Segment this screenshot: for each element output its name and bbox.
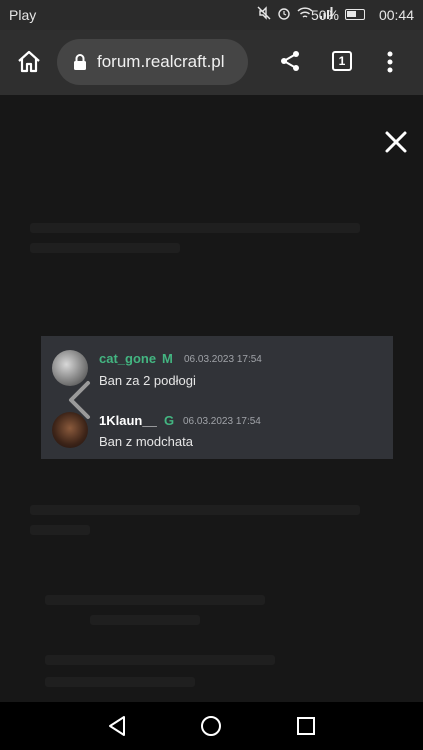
recents-icon[interactable] bbox=[296, 716, 316, 736]
carrier-label: Play bbox=[9, 7, 37, 23]
address-bar[interactable]: forum.realcraft.pl bbox=[57, 39, 248, 85]
chat-message: 1Klaun__ G 06.03.2023 17:54 Ban z modcha… bbox=[41, 404, 393, 464]
alarm-icon bbox=[278, 8, 290, 20]
message-timestamp: 06.03.2023 17:54 bbox=[183, 416, 261, 427]
system-nav-bar bbox=[0, 702, 423, 750]
role-badge: G bbox=[164, 413, 175, 428]
close-icon[interactable] bbox=[383, 129, 409, 155]
message-username: 1Klaun__ bbox=[99, 413, 157, 428]
clock: 00:44 bbox=[378, 7, 414, 23]
home-circle-icon[interactable] bbox=[200, 715, 222, 737]
home-icon[interactable] bbox=[16, 49, 42, 75]
message-username: cat_gone bbox=[99, 351, 157, 366]
battery-icon bbox=[345, 9, 365, 20]
chat-message: cat_gone M 06.03.2023 17:54 Ban za 2 pod… bbox=[41, 344, 393, 404]
mute-icon bbox=[257, 6, 271, 20]
share-icon[interactable] bbox=[278, 49, 302, 73]
status-bar: Play 50% 00:44 bbox=[0, 0, 423, 30]
lock-icon bbox=[74, 54, 86, 70]
role-badge: M bbox=[162, 351, 173, 366]
more-menu-icon[interactable] bbox=[381, 49, 399, 75]
browser-toolbar: forum.realcraft.pl 1 bbox=[0, 30, 423, 95]
message-timestamp: 06.03.2023 17:54 bbox=[184, 354, 262, 365]
message-text: Ban z modchata bbox=[99, 434, 193, 449]
chevron-left-icon[interactable] bbox=[66, 380, 92, 420]
message-text: Ban za 2 podłogi bbox=[99, 373, 196, 388]
lightbox-image: cat_gone M 06.03.2023 17:54 Ban za 2 pod… bbox=[41, 336, 393, 459]
battery-percent: 50% bbox=[310, 7, 339, 23]
back-icon[interactable] bbox=[106, 714, 128, 738]
url-text: forum.realcraft.pl bbox=[97, 52, 225, 71]
tab-switcher-button[interactable]: 1 bbox=[332, 51, 352, 71]
